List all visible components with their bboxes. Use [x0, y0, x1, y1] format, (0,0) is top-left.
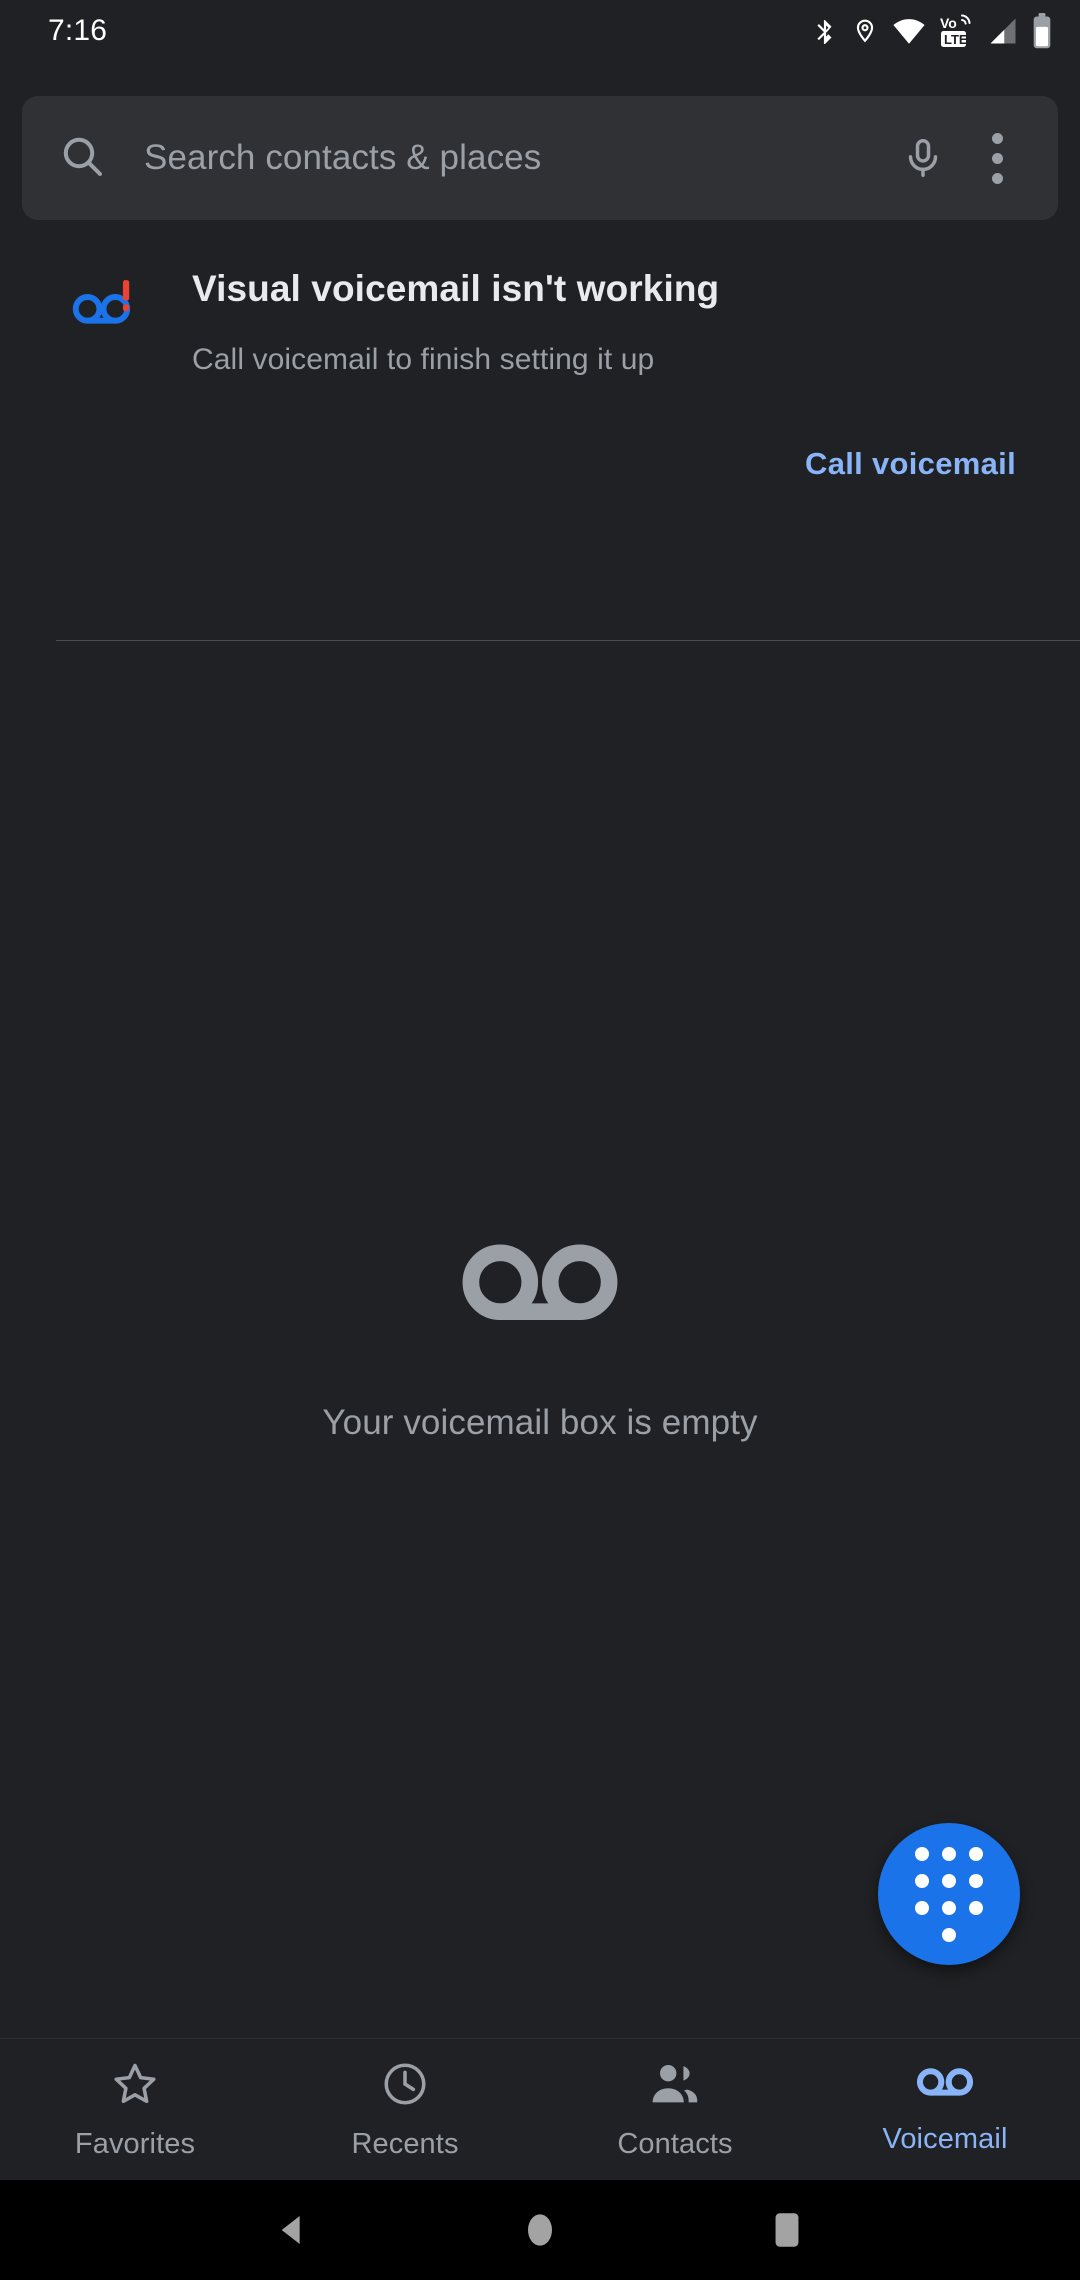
status-bar-clock: 7:16 [48, 14, 108, 47]
nav-label-recents: Recents [351, 2127, 459, 2160]
search-bar[interactable]: Search contacts & places [22, 96, 1058, 220]
nav-label-voicemail: Voicemail [882, 2122, 1008, 2155]
alert-actions: Call voicemail [0, 436, 1080, 492]
nav-label-favorites: Favorites [74, 2127, 196, 2160]
overflow-menu-icon[interactable] [958, 132, 1036, 184]
voicemail-icon [916, 2064, 974, 2109]
search-icon [58, 132, 106, 185]
nav-label-contacts: Contacts [617, 2127, 733, 2160]
star-icon [110, 2059, 160, 2114]
status-bar: 7:16 Vo LTE [0, 0, 1080, 62]
cellular-signal-icon [988, 14, 1018, 48]
nav-tab-contacts[interactable]: Contacts [540, 2059, 810, 2161]
dialpad-fab-button[interactable] [878, 1823, 1020, 1965]
home-circle-icon[interactable] [495, 2185, 585, 2275]
voicemail-icon [460, 1240, 620, 1341]
svg-text:Vo: Vo [940, 15, 957, 31]
voicemail-error-icon [70, 266, 144, 341]
dialpad-icon [915, 1846, 983, 1942]
recents-square-icon[interactable] [742, 2185, 832, 2275]
voicemail-alert-card: Visual voicemail isn't working Call voic… [0, 266, 1080, 492]
bottom-navigation-bar: Favorites Recents Contacts Voicemail [0, 2038, 1080, 2180]
voicemail-empty-state: Your voicemail box is empty [0, 1240, 1080, 1443]
system-navigation-bar [0, 2180, 1080, 2280]
call-voicemail-button[interactable]: Call voicemail [797, 436, 1024, 492]
people-icon [649, 2059, 701, 2114]
microphone-icon[interactable] [888, 136, 958, 180]
alert-divider [56, 640, 1080, 641]
alert-title: Visual voicemail isn't working [192, 268, 720, 309]
location-icon [852, 14, 878, 48]
nav-tab-voicemail[interactable]: Voicemail [810, 2064, 1080, 2156]
empty-state-message: Your voicemail box is empty [322, 1403, 758, 1442]
clock-icon [380, 2059, 430, 2114]
wifi-icon [892, 14, 926, 48]
battery-icon [1032, 13, 1052, 49]
bluetooth-icon [812, 14, 838, 48]
svg-text:LTE: LTE [944, 32, 968, 47]
alert-subtitle: Call voicemail to finish setting it up [192, 343, 655, 376]
alert-row: Visual voicemail isn't working Call voic… [0, 266, 1080, 380]
alert-texts: Visual voicemail isn't working Call voic… [192, 266, 1024, 380]
back-triangle-icon[interactable] [248, 2185, 338, 2275]
volte-icon: Vo LTE [940, 13, 974, 49]
search-input[interactable]: Search contacts & places [144, 138, 888, 178]
nav-tab-recents[interactable]: Recents [270, 2059, 540, 2161]
nav-tab-favorites[interactable]: Favorites [0, 2059, 270, 2161]
status-bar-icons: Vo LTE [812, 13, 1052, 49]
